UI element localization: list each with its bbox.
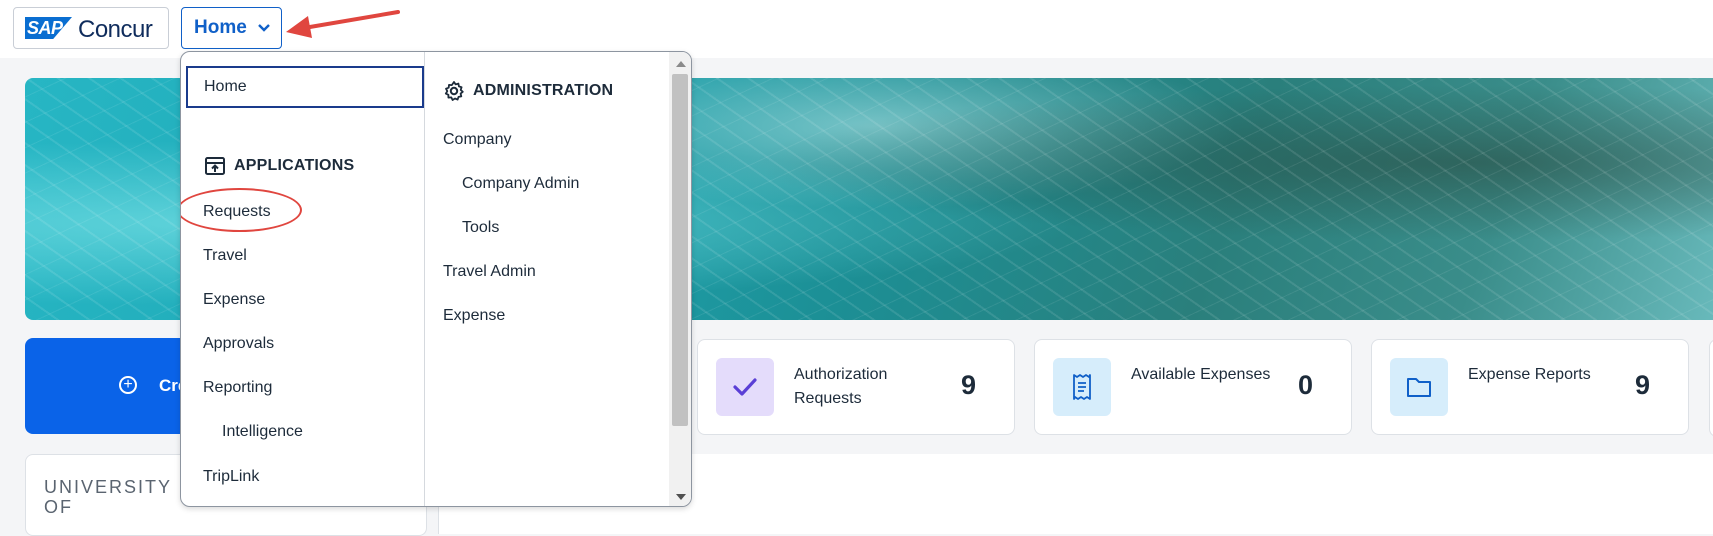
top-bar: SAP Concur Home: [0, 0, 1713, 58]
sap-badge-text: SAP: [27, 18, 63, 38]
scroll-thumb[interactable]: [672, 74, 688, 426]
menu-item-tools[interactable]: Tools: [462, 219, 499, 237]
tile-partial: [1709, 339, 1713, 437]
menu-item-expense[interactable]: Expense: [203, 291, 265, 309]
menu-item-admin-expense[interactable]: Expense: [443, 307, 505, 325]
tile-label: Available Expenses: [1131, 366, 1271, 383]
menu-item-travel-admin[interactable]: Travel Admin: [443, 263, 536, 281]
brand-name: Concur: [78, 16, 153, 43]
tile-label: Expense Reports: [1468, 366, 1591, 383]
home-nav-button[interactable]: Home: [181, 7, 282, 49]
menu-item-company[interactable]: Company: [443, 131, 511, 149]
tile-expense-reports[interactable]: Expense Reports 9: [1371, 339, 1689, 435]
menu-item-reporting[interactable]: Reporting: [203, 379, 272, 397]
menu-item-requests[interactable]: Requests: [203, 203, 271, 221]
menu-item-approvals[interactable]: Approvals: [203, 335, 274, 353]
menu-item-travel[interactable]: Travel: [203, 247, 247, 265]
tile-count: 9: [960, 370, 976, 400]
receipt-icon: [1053, 358, 1111, 416]
chevron-down-icon: [257, 24, 270, 32]
folder-icon: [1390, 358, 1448, 416]
sap-concur-logo[interactable]: SAP Concur: [13, 7, 169, 49]
applications-icon: [205, 157, 225, 175]
plus-circle-icon: +: [119, 376, 137, 394]
applications-heading-label: APPLICATIONS: [234, 157, 355, 174]
administration-heading: ADMINISTRATION: [443, 80, 613, 102]
scroll-down-arrow-icon[interactable]: [676, 494, 686, 500]
menu-item-home[interactable]: Home: [186, 66, 424, 108]
tile-count: 0: [1297, 370, 1313, 400]
menu-item-triplink[interactable]: TripLink: [203, 468, 259, 486]
tile-count: 9: [1634, 370, 1650, 400]
scroll-up-arrow-icon[interactable]: [676, 61, 686, 67]
tile-label: Authorization Requests: [794, 366, 888, 407]
home-nav-label: Home: [194, 17, 247, 38]
annotation-arrow-icon: [286, 10, 400, 38]
administration-heading-label: ADMINISTRATION: [473, 82, 614, 99]
gear-icon: [444, 81, 464, 101]
menu-scrollbar[interactable]: [669, 52, 691, 506]
checkmark-icon: [716, 358, 774, 416]
tile-authorization-requests[interactable]: Authorization Requests 9: [697, 339, 1015, 435]
menu-item-company-admin[interactable]: Company Admin: [462, 175, 579, 193]
menu-item-intelligence[interactable]: Intelligence: [222, 423, 303, 441]
applications-heading: APPLICATIONS: [204, 155, 354, 177]
applications-column: Home APPLICATIONS Requests Travel Expens…: [181, 52, 425, 506]
home-dropdown-menu: Home APPLICATIONS Requests Travel Expens…: [180, 51, 692, 507]
tile-available-expenses[interactable]: Available Expenses 0: [1034, 339, 1352, 435]
